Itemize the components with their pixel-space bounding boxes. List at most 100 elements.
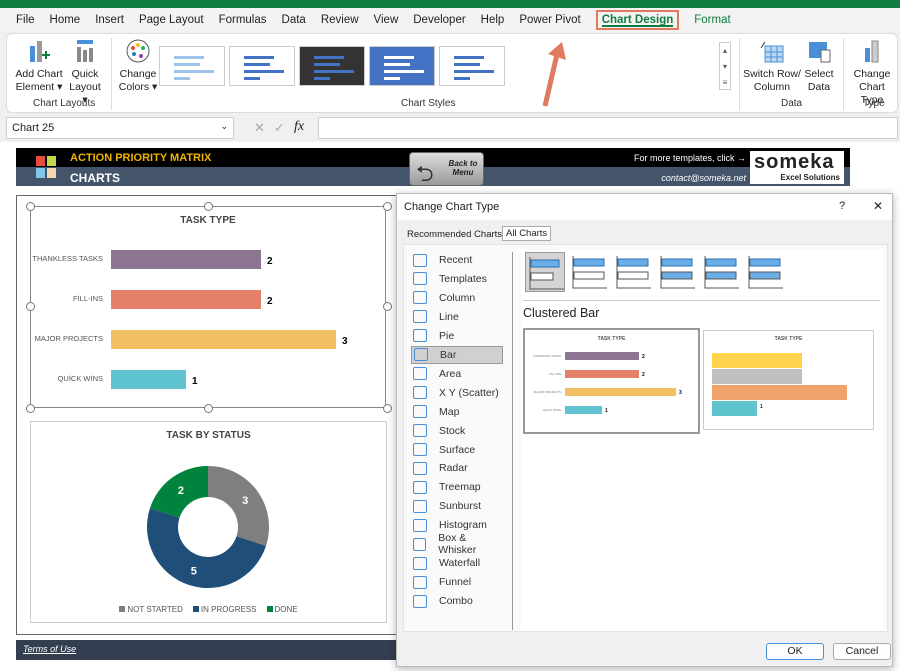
bar-subtype-option[interactable]	[745, 252, 785, 292]
bar-subtype-option[interactable]	[657, 252, 697, 292]
enter-icon[interactable]: ✓	[274, 120, 285, 136]
help-button[interactable]: ?	[839, 200, 845, 212]
resize-handle[interactable]	[383, 302, 392, 311]
switch-row-column-button[interactable]: Switch Row/Column	[743, 38, 801, 94]
ok-button[interactable]: OK	[766, 643, 824, 660]
tab-developer[interactable]: Developer	[413, 14, 465, 26]
chart-type-funnel[interactable]: Funnel	[411, 573, 503, 591]
tab-format[interactable]: Format	[694, 14, 730, 26]
label: Select	[804, 68, 834, 80]
tab-all-charts[interactable]: All Charts	[502, 226, 552, 241]
tab-chart-design[interactable]: Chart Design	[595, 10, 680, 30]
tab-page-layout[interactable]: Page Layout	[139, 14, 204, 26]
chart-style-thumbnail[interactable]	[229, 46, 295, 86]
tab-formulas[interactable]: Formulas	[219, 14, 267, 26]
chart-type-recent[interactable]: Recent	[411, 251, 503, 269]
resize-handle[interactable]	[383, 404, 392, 413]
bar-plot: THANKLESS TASKS 2 FİLL-INS 2 MAJOR PROJECTS 3…	[32, 250, 348, 389]
preview-clustered-bar[interactable]: TASK TYPE THANKLESS TASKS 2 FİLL-INS 2 MAJOR…	[523, 328, 700, 434]
resize-handle[interactable]	[26, 202, 35, 211]
chart-type-label: Combo	[439, 595, 473, 608]
chart-type-combo[interactable]: Combo	[411, 592, 503, 610]
subtype-title: Clustered Bar	[523, 306, 600, 320]
divider	[512, 252, 513, 630]
chart-type-stock[interactable]: Stock	[411, 422, 503, 440]
category-label: FİLL-INS	[73, 294, 103, 303]
chart-type-box-whisker[interactable]: Box & Whisker	[411, 532, 503, 557]
change-colors-button[interactable]: Change Colors ▾	[117, 38, 159, 94]
cancel-button[interactable]: Cancel	[833, 643, 891, 660]
category-label: QUİCK WİNS	[58, 374, 103, 383]
chart-type-bar[interactable]: Bar	[411, 345, 503, 364]
chart-type-waterfall[interactable]: Waterfall	[411, 554, 503, 572]
change-chart-type-button[interactable]: Change Chart Type	[847, 38, 897, 107]
tab-data[interactable]: Data	[282, 14, 306, 26]
bar-subtype-option[interactable]	[613, 252, 653, 292]
contact-email[interactable]: contact@someka.net	[661, 173, 746, 183]
chart-type-label: Map	[439, 405, 460, 418]
chart-type-icon	[413, 272, 427, 286]
chevron-down-icon[interactable]: ⌄	[220, 121, 228, 132]
select-data-button[interactable]: Select Data	[803, 38, 835, 94]
data-label: 3	[342, 336, 348, 347]
chart-type-column[interactable]: Column	[411, 289, 503, 307]
resize-handle[interactable]	[383, 202, 392, 211]
terms-of-use-link[interactable]: Terms of Use	[23, 644, 76, 654]
chart-type-area[interactable]: Area	[411, 365, 503, 383]
cancel-icon[interactable]: ✕	[254, 120, 265, 136]
chart-style-thumbnail[interactable]	[369, 46, 435, 86]
chart-style-thumbnail[interactable]	[299, 46, 365, 86]
more-templates-link[interactable]: For more templates, click →	[634, 153, 746, 163]
task-type-chart[interactable]: TASK TYPE THANKLESS TASKS 2 FİLL-INS 2 MAJOR…	[30, 206, 386, 408]
formula-input[interactable]	[318, 117, 898, 139]
tab-help[interactable]: Help	[481, 14, 505, 26]
resize-handle[interactable]	[26, 404, 35, 413]
tab-view[interactable]: View	[374, 14, 399, 26]
category-label: MAJOR PROJECTS	[35, 334, 103, 343]
chart-style-thumbnail[interactable]	[159, 46, 225, 86]
chart-style-thumbnail[interactable]	[439, 46, 505, 86]
chart-type-map[interactable]: Map	[411, 403, 503, 421]
bar-subtype-option[interactable]	[525, 252, 565, 292]
chart-type-icon	[413, 310, 427, 324]
chart-type-label: Box & Whisker	[438, 532, 477, 557]
tab-recommended-charts[interactable]: Recommended Charts	[407, 229, 502, 240]
bar[interactable]	[111, 370, 186, 389]
name-box[interactable]: Chart 25 ⌄	[6, 117, 234, 139]
gallery-scroll[interactable]: ▴ ▾ ≡	[719, 42, 731, 90]
tab-power-pivot[interactable]: Power Pivot	[519, 14, 580, 26]
preview-label: QUİCK WİNS	[543, 407, 561, 412]
chart-type-surface[interactable]: Surface	[411, 441, 503, 459]
bar-subtype-option[interactable]	[569, 252, 609, 292]
legend-swatch	[192, 606, 199, 612]
chart-type-treemap[interactable]: Treemap	[411, 478, 503, 496]
bar[interactable]	[111, 290, 261, 309]
donut-slice[interactable]	[208, 466, 269, 546]
resize-handle[interactable]	[204, 404, 213, 413]
close-button[interactable]: ✕	[873, 199, 883, 213]
tab-file[interactable]: File	[16, 14, 35, 26]
chart-type-line[interactable]: Line	[411, 308, 503, 326]
back-to-menu-button[interactable]: ⮌ Back to Menu	[409, 152, 484, 186]
tab-review[interactable]: Review	[321, 14, 359, 26]
preview-bar	[565, 388, 676, 396]
back-arrow-icon: ⮌	[416, 161, 434, 186]
chart-type-radar[interactable]: Radar	[411, 459, 503, 477]
chart-type-sunburst[interactable]: Sunburst	[411, 497, 503, 515]
someka-logo[interactable]: someka Excel Solutions	[750, 151, 844, 184]
task-by-status-chart[interactable]: TASK BY STATUS 352 NOT STARTED IN PROGRES…	[30, 421, 387, 623]
add-chart-element-button[interactable]: Add Chart Element ▾	[13, 38, 65, 94]
resize-handle[interactable]	[204, 202, 213, 211]
tab-home[interactable]: Home	[50, 14, 81, 26]
chart-type-templates[interactable]: Templates	[411, 270, 503, 288]
bar[interactable]	[111, 250, 261, 269]
chart-type-pie[interactable]: Pie	[411, 327, 503, 345]
bar[interactable]	[111, 330, 336, 349]
preview-alternate-bar[interactable]: TASK TYPE 1	[703, 330, 874, 430]
bar-subtype-option[interactable]	[701, 252, 741, 292]
quick-layout-button[interactable]: Quick Layout ▾	[67, 38, 103, 107]
resize-handle[interactable]	[26, 302, 35, 311]
tab-insert[interactable]: Insert	[95, 14, 124, 26]
chart-type-x-y-scatter-[interactable]: X Y (Scatter)	[411, 384, 503, 402]
insert-function-icon[interactable]: fx	[294, 119, 304, 135]
